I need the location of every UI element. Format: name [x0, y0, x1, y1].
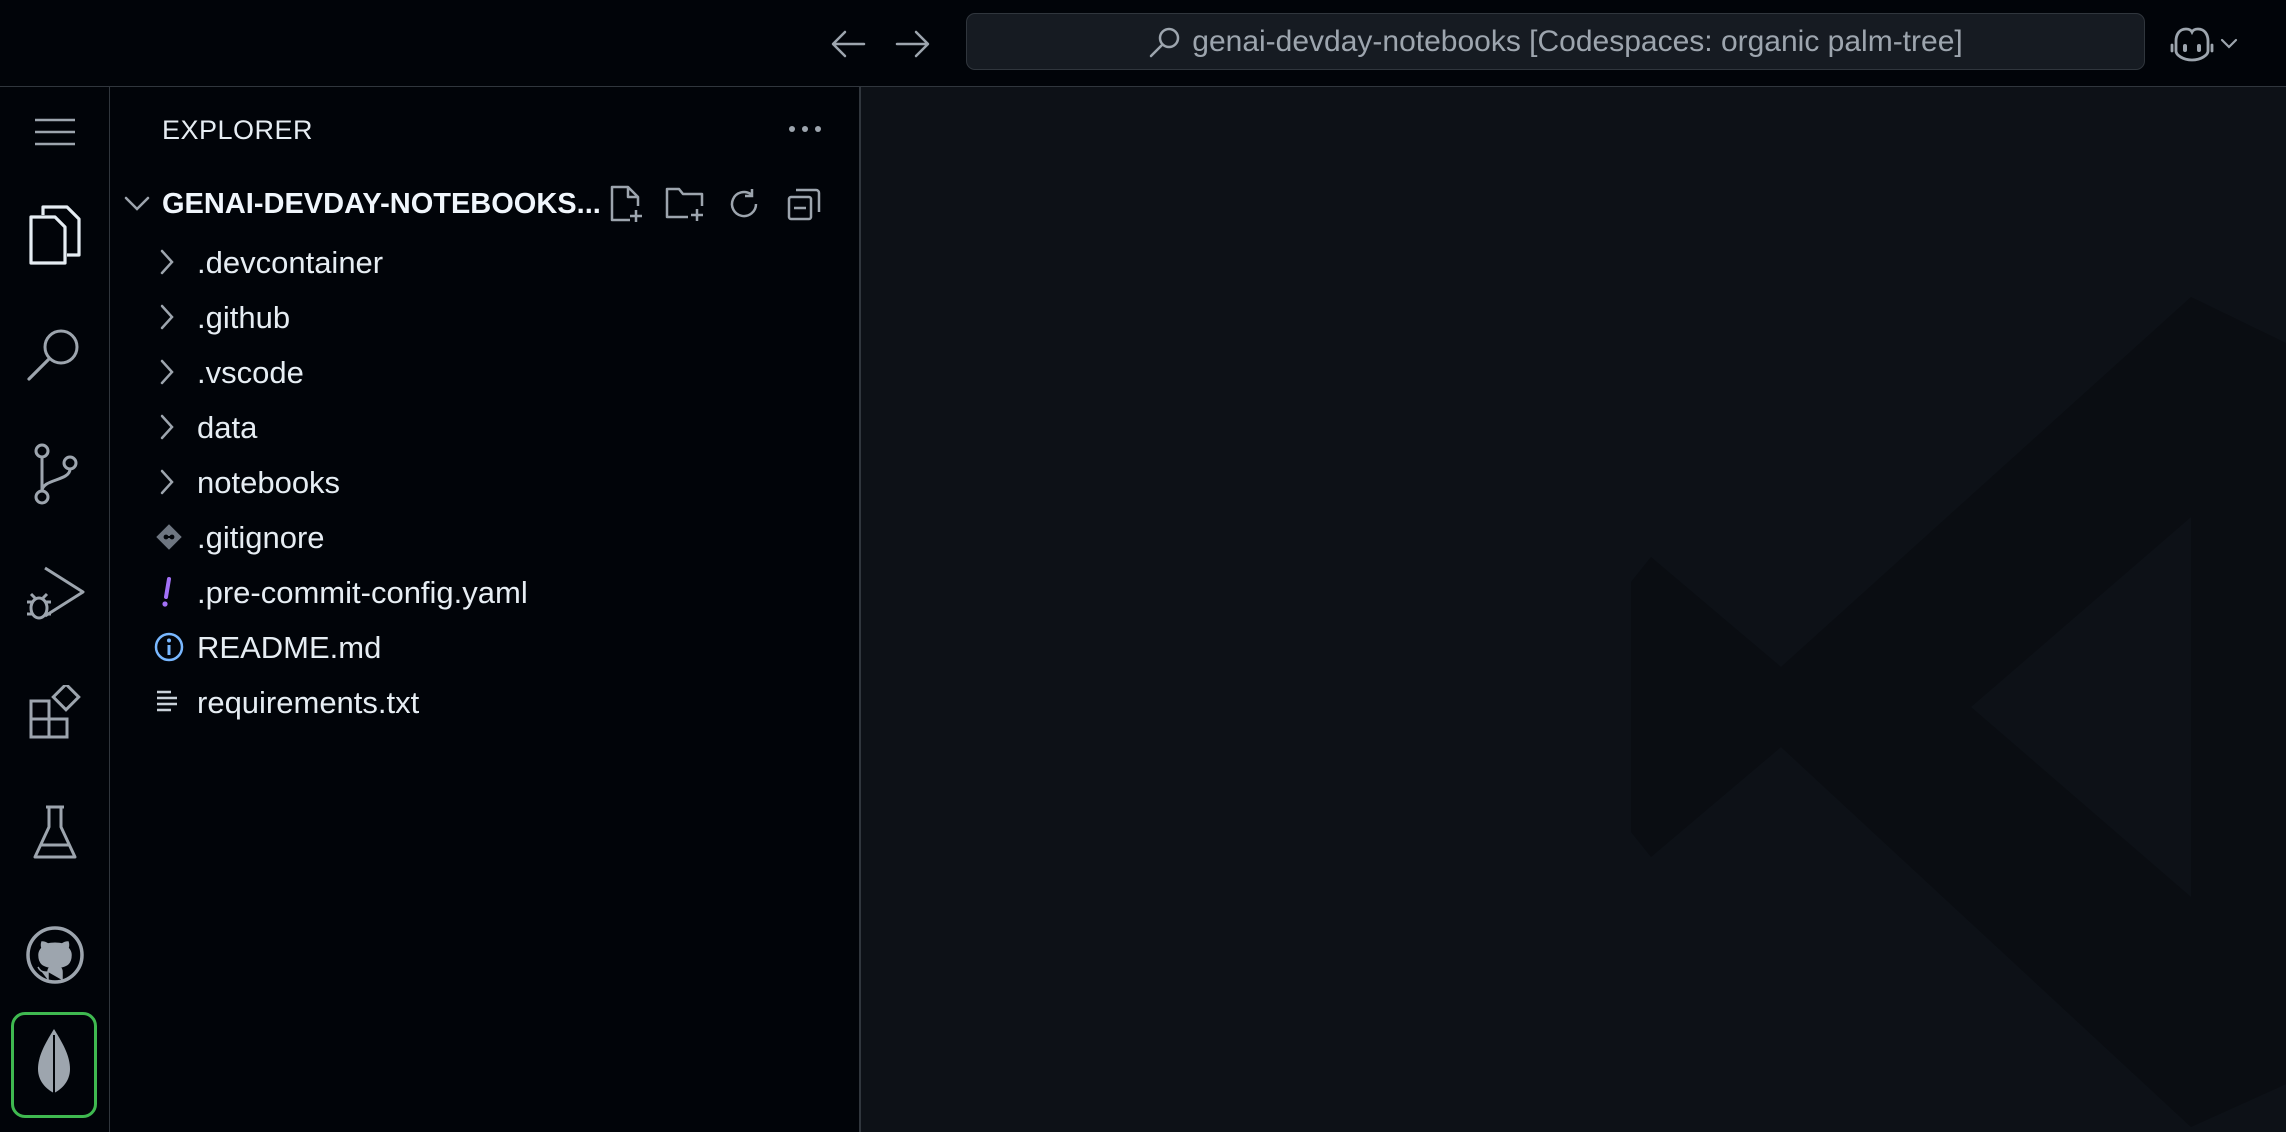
- title-bar: genai-devday-notebooks [Codespaces: orga…: [0, 0, 2286, 87]
- activity-run-debug[interactable]: [0, 544, 110, 644]
- chevron-right-icon: [150, 243, 184, 281]
- chevron-right-icon: [150, 408, 184, 446]
- tree-item-label: data: [197, 410, 258, 445]
- refresh-button[interactable]: [720, 181, 768, 227]
- info-icon: [152, 628, 186, 666]
- extensions-icon: [29, 685, 81, 739]
- editor-area: [861, 87, 2286, 1132]
- ellipsis-icon: [789, 126, 821, 132]
- command-center-search[interactable]: genai-devday-notebooks [Codespaces: orga…: [966, 13, 2145, 70]
- new-folder-button[interactable]: [661, 181, 709, 227]
- back-button[interactable]: [826, 22, 870, 66]
- tree-file-readme[interactable]: README.md: [110, 619, 859, 674]
- yaml-exclamation-icon: [150, 573, 184, 611]
- tree-item-label: requirements.txt: [197, 685, 420, 720]
- explorer-title: EXPLORER: [162, 115, 314, 145]
- vscode-logo-watermark: [1631, 297, 2286, 1127]
- collapse-all-button[interactable]: [780, 181, 828, 227]
- activity-explorer[interactable]: [0, 185, 110, 285]
- new-file-icon: [610, 185, 642, 222]
- tree-item-label: .devcontainer: [197, 245, 384, 280]
- hamburger-menu-icon: [35, 118, 75, 146]
- workspace-title: GENAI-DEVDAY-NOTEBOOKS...: [162, 188, 601, 220]
- tree-folder-data[interactable]: data: [110, 399, 859, 454]
- files-icon: [29, 205, 81, 265]
- tree-file-gitignore[interactable]: .gitignore: [110, 509, 859, 564]
- git-icon: [152, 518, 186, 556]
- chevron-right-icon: [150, 298, 184, 336]
- chevron-right-icon: [150, 463, 184, 501]
- new-folder-icon: [665, 187, 704, 221]
- tree-item-label: .vscode: [197, 355, 304, 390]
- tree-item-label: notebooks: [197, 465, 341, 500]
- tree-file-requirements[interactable]: requirements.txt: [110, 674, 859, 729]
- chevron-right-icon: [150, 353, 184, 391]
- copilot-icon: [2170, 27, 2214, 62]
- more-actions-button[interactable]: [780, 107, 830, 151]
- arrow-left-icon: [831, 30, 866, 58]
- search-icon: [27, 329, 79, 381]
- activity-bar: [0, 87, 110, 1132]
- chevron-down-icon[interactable]: [122, 188, 152, 218]
- run-debug-icon: [27, 566, 85, 620]
- chevron-down-icon: [2220, 38, 2238, 49]
- activity-mongodb[interactable]: [11, 1012, 97, 1118]
- tree-folder-vscode[interactable]: .vscode: [110, 344, 859, 399]
- tree-folder-devcontainer[interactable]: .devcontainer: [110, 234, 859, 289]
- tree-folder-github[interactable]: .github: [110, 289, 859, 344]
- beaker-icon: [33, 805, 77, 859]
- refresh-icon: [730, 189, 758, 218]
- activity-source-control[interactable]: [0, 424, 110, 524]
- tree-file-pre-commit-config[interactable]: .pre-commit-config.yaml: [110, 564, 859, 619]
- new-file-button[interactable]: [602, 181, 650, 227]
- tree-folder-notebooks[interactable]: notebooks: [110, 454, 859, 509]
- tree-item-label: .pre-commit-config.yaml: [197, 575, 528, 610]
- github-icon: [26, 926, 84, 984]
- activity-testing[interactable]: [0, 783, 110, 883]
- activity-search[interactable]: [0, 305, 110, 405]
- menu-button[interactable]: [0, 87, 110, 177]
- forward-button[interactable]: [891, 22, 935, 66]
- activity-github[interactable]: [0, 905, 110, 1005]
- activity-extensions[interactable]: [0, 663, 110, 763]
- search-icon: [1150, 27, 1180, 57]
- command-center-label: genai-devday-notebooks [Codespaces: orga…: [1192, 24, 1963, 58]
- source-control-icon: [34, 443, 78, 505]
- tree-item-label: .github: [197, 300, 291, 335]
- copilot-menu-button[interactable]: [2170, 20, 2260, 68]
- text-lines-icon: [150, 683, 184, 721]
- workspace-section-header[interactable]: GENAI-DEVDAY-NOTEBOOKS...: [110, 179, 859, 229]
- collapse-all-icon: [787, 188, 821, 221]
- tree-item-label: README.md: [197, 630, 382, 665]
- explorer-sidebar: EXPLORER GENAI-DEVDAY-NOTEBOOKS... .devc…: [110, 87, 861, 1132]
- tree-item-label: .gitignore: [197, 520, 325, 555]
- arrow-right-icon: [895, 30, 930, 58]
- mongodb-leaf-icon: [38, 1029, 70, 1101]
